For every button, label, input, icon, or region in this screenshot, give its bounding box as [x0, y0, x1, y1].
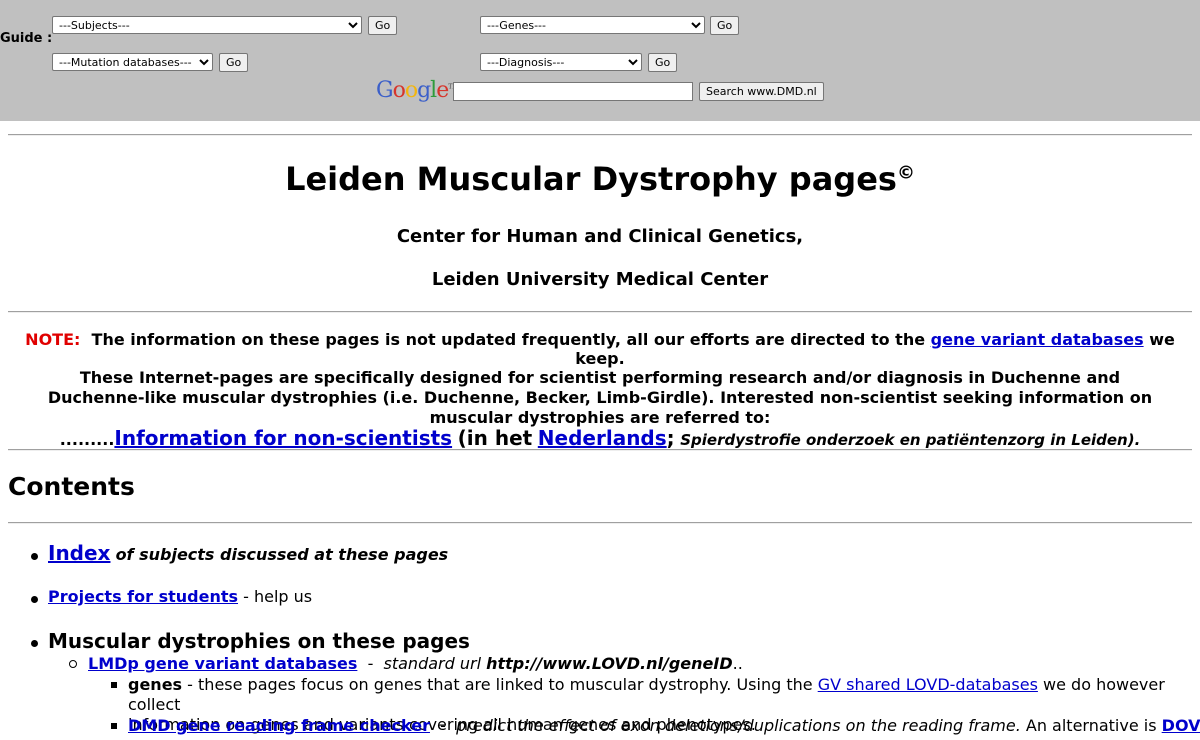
note-label: NOTE: — [25, 330, 81, 349]
update-note: NOTE: The information on these pages is … — [25, 330, 1175, 368]
divider — [8, 134, 1192, 136]
guide-toolbar: Guide : ---Subjects--- Go ---Genes--- Go… — [0, 0, 1200, 121]
google-logo-letter: o — [404, 78, 418, 103]
list-circle — [69, 660, 77, 668]
list-item-dmd-checker: DMD gene reading frame checker - predict… — [128, 716, 1200, 735]
list-square — [111, 723, 117, 729]
gv-shared-lovd-link[interactable]: GV shared LOVD-databases — [818, 675, 1038, 694]
google-logo-letter: e — [436, 78, 449, 103]
site-search-input[interactable] — [453, 82, 693, 101]
list-item-index: Index of subjects discussed at these pag… — [48, 541, 449, 565]
google-logo-letter: o — [392, 78, 406, 103]
copyright-mark: © — [896, 162, 915, 184]
google-logo: GoogleTM — [376, 78, 458, 103]
lmdp-databases-link[interactable]: LMDp gene variant databases — [88, 654, 357, 673]
divider — [8, 311, 1192, 313]
list-item-projects: Projects for students - help us — [48, 587, 313, 606]
contents-heading: Contents — [8, 472, 135, 501]
diagnosis-go-button[interactable]: Go — [648, 53, 678, 72]
google-logo-letter: G — [376, 78, 394, 103]
institution-line-2: Leiden University Medical Center — [431, 269, 769, 290]
index-link[interactable]: Index — [48, 541, 110, 565]
list-bullet — [31, 553, 38, 560]
google-logo-letter: g — [417, 78, 431, 103]
genes-select[interactable]: ---Genes--- — [480, 16, 705, 34]
subjects-go-button[interactable]: Go — [368, 16, 398, 35]
list-bullet — [31, 640, 38, 647]
page-title: Leiden Muscular Dystrophy pages© — [285, 160, 915, 198]
diagnosis-select[interactable]: ---Diagnosis--- — [480, 53, 642, 71]
non-scientists-link[interactable]: Information for non-scientists — [114, 426, 452, 450]
list-item-lmdp: LMDp gene variant databases - standard u… — [88, 654, 743, 673]
site-search-button[interactable]: Search www.DMD.nl — [699, 82, 824, 101]
list-bullet — [31, 596, 38, 603]
nederlands-link[interactable]: Nederlands — [538, 426, 667, 450]
muscular-dystrophies-heading: Muscular dystrophies on these pages — [48, 629, 470, 653]
dmd-reading-frame-checker-link[interactable]: DMD gene reading frame checker — [128, 716, 430, 735]
divider — [8, 522, 1192, 524]
institution-line-1: Center for Human and Clinical Genetics, — [396, 226, 804, 247]
intro-paragraph: These Internet-pages are specifically de… — [47, 368, 1153, 450]
dove-link[interactable]: DOVE — [1162, 716, 1200, 735]
mutation-databases-go-button[interactable]: Go — [219, 53, 249, 72]
divider — [8, 449, 1192, 451]
genes-go-button[interactable]: Go — [710, 16, 740, 35]
gene-variant-databases-link[interactable]: gene variant databases — [931, 330, 1144, 349]
mutation-databases-select[interactable]: ---Mutation databases--- — [52, 53, 213, 71]
subjects-select[interactable]: ---Subjects--- — [52, 16, 362, 34]
guide-label: Guide : — [0, 31, 53, 46]
list-square — [111, 682, 117, 688]
projects-link[interactable]: Projects for students — [48, 587, 238, 606]
